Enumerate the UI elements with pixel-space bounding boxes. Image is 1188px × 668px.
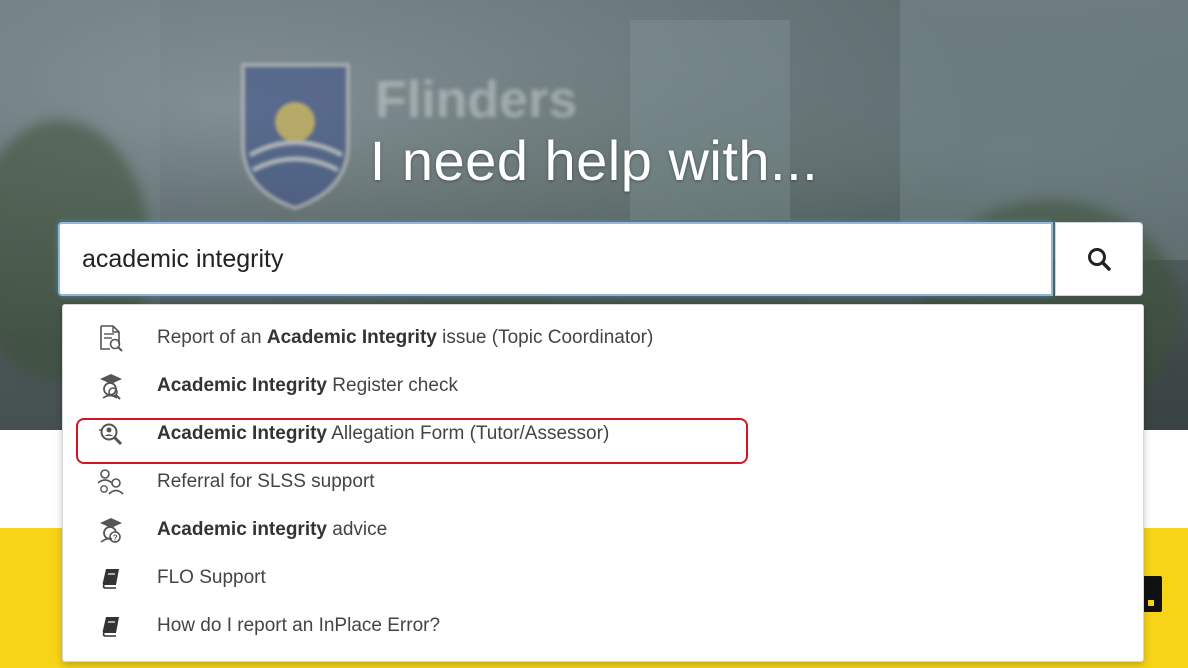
document-search-icon (97, 324, 125, 352)
suggestion-item[interactable]: Academic Integrity Allegation Form (Tuto… (63, 411, 1143, 457)
page-headline: I need help with... (369, 129, 819, 192)
magnifier-person-icon (97, 420, 125, 448)
people-group-icon (97, 468, 125, 496)
graduate-search-icon (97, 372, 125, 400)
suggestion-item[interactable]: Academic Integrity Register check (63, 363, 1143, 409)
search-input[interactable] (58, 222, 1053, 296)
svg-text:?: ? (113, 534, 118, 543)
search-bar (58, 222, 1143, 300)
suggestion-item[interactable]: Referral for SLSS support (63, 459, 1143, 505)
crest-wordmark: Flinders (375, 71, 578, 129)
suggestion-dropdown: Report of an Academic Integrity issue (T… (62, 304, 1144, 662)
search-icon (1088, 248, 1111, 271)
suggestion-item[interactable]: FLO Support (63, 555, 1143, 601)
book-icon (97, 564, 125, 592)
search-button[interactable] (1055, 222, 1143, 296)
suggestion-item[interactable]: Report of an Academic Integrity issue (T… (63, 315, 1143, 361)
suggestion-item[interactable]: How do I report an InPlace Error? (63, 603, 1143, 649)
suggestion-item[interactable]: ? Academic integrity advice (63, 507, 1143, 553)
graduate-question-icon: ? (97, 516, 125, 544)
book-icon (97, 612, 125, 640)
